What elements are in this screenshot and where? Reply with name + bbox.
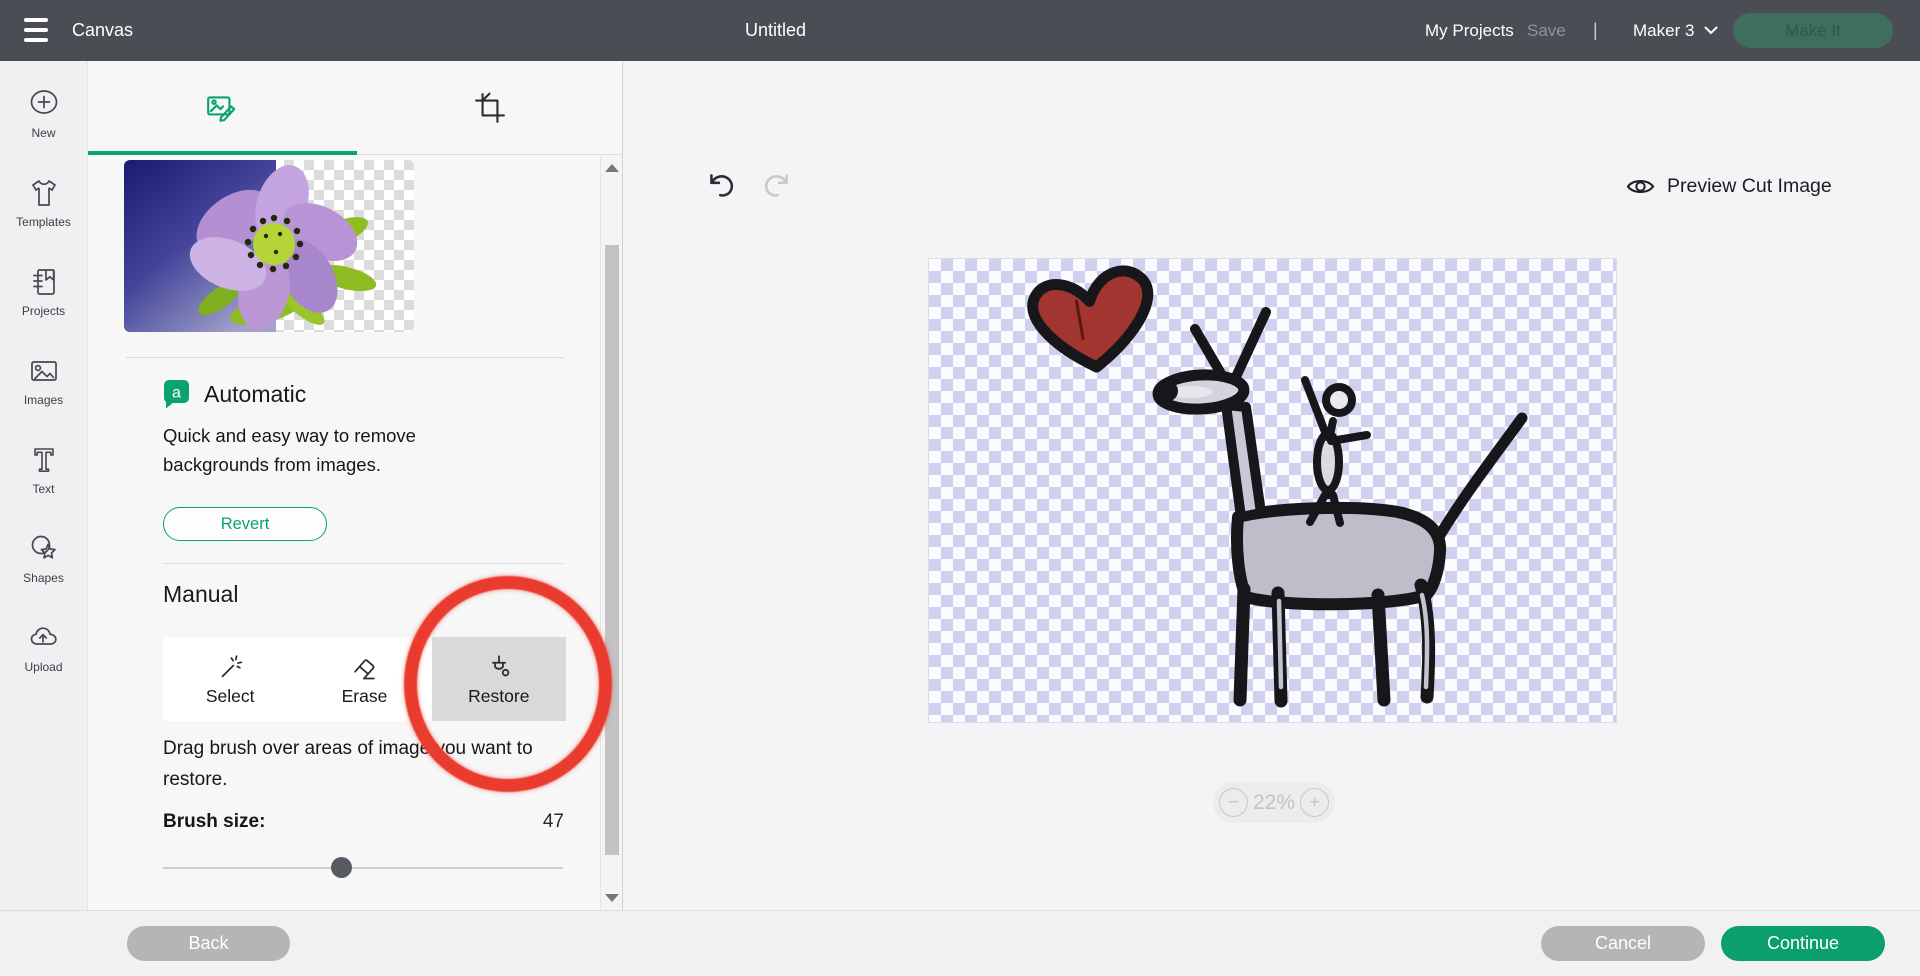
continue-button[interactable]: Continue <box>1721 926 1885 961</box>
zoom-out-button[interactable]: − <box>1219 788 1248 817</box>
undo-arrow-icon <box>704 169 738 203</box>
sidebar-item-new[interactable]: New <box>0 73 88 162</box>
sidebar-item-label: Upload <box>24 660 62 674</box>
picture-icon <box>27 354 61 388</box>
sidebar-item-label: Text <box>32 482 54 496</box>
automatic-title: Automatic <box>204 381 306 408</box>
image-artboard[interactable] <box>928 258 1617 723</box>
tool-label: Erase <box>342 686 388 707</box>
back-button[interactable]: Back <box>127 926 290 961</box>
automatic-section-header: a Automatic <box>163 379 306 409</box>
sidebar-item-label: Templates <box>16 215 71 229</box>
panel-scrollbar[interactable] <box>600 156 622 910</box>
manual-title: Manual <box>163 581 238 608</box>
zoom-control: − 22% + <box>1213 782 1335 823</box>
brush-size-slider[interactable] <box>163 867 563 869</box>
preview-cut-image-button[interactable]: Preview Cut Image <box>1625 171 1832 202</box>
select-tool-button[interactable]: Select <box>163 637 297 721</box>
top-bar: Canvas Untitled My Projects Save | Maker… <box>0 0 1920 61</box>
manual-tool-row: Select Erase Restore <box>163 637 566 721</box>
tab-remove-background[interactable] <box>88 61 355 155</box>
zoom-level-value: 22% <box>1253 791 1295 815</box>
scroll-up-arrow-icon[interactable] <box>605 164 619 172</box>
sidebar-item-images[interactable]: Images <box>0 340 88 429</box>
redo-arrow-icon <box>760 169 794 203</box>
edit-image-panel: a Automatic Quick and easy way to remove… <box>88 61 623 910</box>
plus-circle-icon <box>27 87 61 121</box>
tool-label: Restore <box>468 686 529 707</box>
automatic-description: Quick and easy way to remove backgrounds… <box>163 421 455 479</box>
horse-drawing-image <box>929 259 1618 724</box>
eye-icon <box>1625 171 1656 202</box>
magic-wand-icon <box>215 652 245 682</box>
upload-cloud-icon <box>27 621 61 655</box>
machine-selector[interactable]: Maker 3 <box>1633 0 1718 61</box>
topbar-separator: | <box>1593 0 1598 61</box>
crop-icon <box>473 91 507 125</box>
sidebar-item-label: Images <box>24 393 63 407</box>
sidebar-item-text[interactable]: Text <box>0 429 88 518</box>
flower-preview-image <box>124 160 414 332</box>
hamburger-menu-icon[interactable] <box>24 17 48 43</box>
brush-size-slider-thumb[interactable] <box>331 857 352 878</box>
make-it-button[interactable]: Make It <box>1733 13 1893 48</box>
sidebar-item-upload[interactable]: Upload <box>0 607 88 696</box>
eraser-icon <box>349 652 379 682</box>
zoom-in-button[interactable]: + <box>1300 788 1329 817</box>
sidebar-item-label: Shapes <box>23 571 64 585</box>
brush-icon <box>484 652 514 682</box>
panel-tab-bar <box>88 61 623 155</box>
scroll-down-arrow-icon[interactable] <box>605 894 619 902</box>
revert-button[interactable]: Revert <box>163 507 327 541</box>
document-title[interactable]: Untitled <box>745 0 806 61</box>
sidebar-item-projects[interactable]: Projects <box>0 251 88 340</box>
brush-size-value: 47 <box>508 811 564 833</box>
section-divider <box>126 357 564 358</box>
redo-button[interactable] <box>760 169 794 203</box>
scrollbar-thumb[interactable] <box>605 245 619 855</box>
shapes-icon <box>27 532 61 566</box>
erase-tool-button[interactable]: Erase <box>297 637 431 721</box>
text-icon <box>27 443 61 477</box>
restore-hint-text: Drag brush over areas of image you want … <box>163 733 575 795</box>
sidebar-item-label: Projects <box>22 304 65 318</box>
cancel-button[interactable]: Cancel <box>1541 926 1705 961</box>
preview-label: Preview Cut Image <box>1667 175 1832 198</box>
cricut-design-space-app: Canvas Untitled My Projects Save | Maker… <box>0 0 1920 976</box>
sidebar-item-templates[interactable]: Templates <box>0 162 88 251</box>
save-button[interactable]: Save <box>1527 0 1566 61</box>
canvas-workspace: Preview Cut Image <box>624 61 1920 910</box>
image-edit-icon <box>205 91 239 125</box>
active-tab-underline <box>88 151 357 155</box>
cricut-access-badge-icon: a <box>163 379 190 409</box>
image-thumbnail[interactable] <box>124 160 414 332</box>
brush-size-label: Brush size: <box>163 811 265 833</box>
svg-text:a: a <box>172 385 181 402</box>
page-title: Canvas <box>72 0 133 61</box>
sidebar-item-shapes[interactable]: Shapes <box>0 518 88 607</box>
section-divider <box>163 563 563 564</box>
tool-label: Select <box>206 686 255 707</box>
chevron-down-icon <box>1704 26 1718 35</box>
notebook-icon <box>27 265 61 299</box>
tab-crop[interactable] <box>356 61 623 155</box>
tshirt-icon <box>27 176 61 210</box>
bottom-action-bar: Back Cancel Continue <box>0 910 1920 976</box>
machine-name: Maker 3 <box>1633 21 1694 41</box>
sidebar-item-label: New <box>31 126 55 140</box>
my-projects-link[interactable]: My Projects <box>1425 0 1514 61</box>
undo-button[interactable] <box>704 169 738 203</box>
restore-tool-button[interactable]: Restore <box>432 637 566 721</box>
left-sidebar: New Templates Projects Images Text Shape… <box>0 61 88 910</box>
